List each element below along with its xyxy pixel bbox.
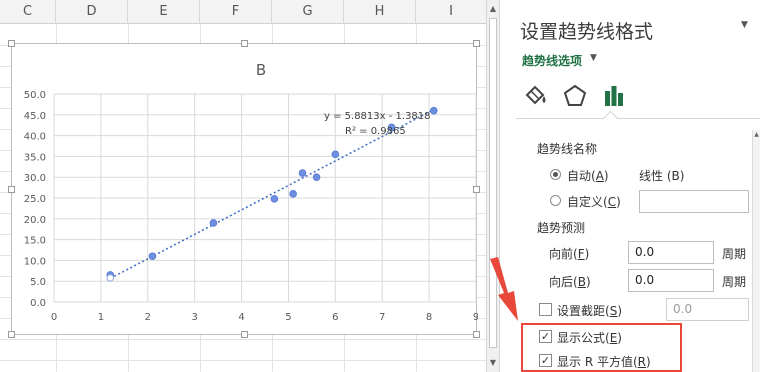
backward-unit-label: 周期 — [722, 275, 747, 289]
scroll-up-arrow-icon[interactable]: ▲ — [487, 2, 499, 16]
custom-name-input[interactable] — [639, 190, 749, 213]
intercept-value-input[interactable]: 0.0 — [666, 298, 749, 321]
grid-line — [0, 339, 486, 340]
column-header-d[interactable]: D — [56, 0, 128, 24]
backward-periods-input[interactable]: 0.0 — [628, 269, 714, 292]
data-point — [430, 106, 438, 115]
data-point — [331, 150, 340, 159]
worksheet-area[interactable]: C D E F G H I B 0.0 5.0 10.0 15.0 20.0 25.0 30.… — [0, 0, 486, 372]
x-tick-label: 9 — [473, 312, 478, 323]
options-bar-chart-icon[interactable] — [601, 82, 627, 110]
effects-pentagon-icon[interactable] — [562, 82, 588, 110]
column-header-h[interactable]: H — [344, 0, 416, 24]
y-tick-label: 10.0 — [24, 256, 46, 267]
y-tick-label: 0.0 — [30, 298, 46, 309]
y-tick-label: 45.0 — [24, 111, 46, 122]
fill-line-icon[interactable] — [522, 82, 548, 110]
annotation-arrow — [490, 257, 518, 321]
auto-radio-label[interactable]: 自动(A) — [567, 167, 609, 184]
y-tick-label: 30.0 — [24, 173, 46, 184]
auto-radio[interactable] — [550, 169, 561, 180]
x-tick-label: 5 — [285, 312, 291, 323]
r-squared-label: R² = 0.9865 — [345, 126, 406, 137]
x-tick-label: 3 — [191, 312, 197, 323]
x-tick-label: 2 — [145, 312, 151, 323]
tab-separator — [516, 118, 760, 119]
y-tick-label: 40.0 — [24, 132, 46, 143]
grid-line — [0, 360, 486, 361]
data-point — [209, 219, 218, 227]
resize-handle-left[interactable] — [8, 186, 15, 193]
scatter-chart[interactable]: B 0.0 5.0 10.0 15.0 20.0 25.0 30.0 35.0 40.0 45.0 5… — [8, 40, 480, 338]
active-tab-pointer — [602, 110, 619, 127]
column-header-f[interactable]: F — [200, 0, 272, 24]
auto-trendline-name: 线性 (B) — [639, 169, 685, 183]
y-tick-label: 50.0 — [24, 90, 46, 101]
trendline-equation-label: y = 5.8813x - 1.3818 — [324, 111, 431, 122]
pane-title: 设置趋势线格式 — [520, 21, 654, 43]
y-tick-label: 20.0 — [24, 215, 46, 226]
chart-canvas[interactable]: B 0.0 5.0 10.0 15.0 20.0 25.0 30.0 35.0 40.0 45.0 5… — [12, 44, 478, 336]
backward-label: 向后(B) — [549, 275, 591, 289]
set-intercept-checkbox[interactable] — [539, 303, 552, 316]
y-tick-label: 5.0 — [30, 277, 46, 288]
x-tick-label: 1 — [98, 312, 104, 323]
pane-scroll-up-icon[interactable]: ▲ — [753, 130, 760, 140]
trendline-options-dropdown[interactable]: 趋势线选项 — [522, 52, 582, 69]
trendline-name-heading: 趋势线名称 — [537, 142, 598, 156]
x-tick-label: 0 — [51, 312, 57, 323]
column-header-row: C D E F G H I — [0, 0, 486, 24]
resize-handle-bottom[interactable] — [241, 331, 248, 338]
resize-handle-bottom-left[interactable] — [8, 331, 15, 338]
forward-label: 向前(F) — [549, 247, 590, 261]
scroll-down-arrow-icon[interactable]: ▼ — [487, 356, 499, 370]
column-header-c[interactable]: C — [0, 0, 56, 24]
annotation-highlight-box — [521, 323, 682, 372]
resize-handle-right[interactable] — [473, 186, 480, 193]
forecast-heading: 趋势预测 — [537, 221, 586, 235]
x-tick-label: 4 — [238, 312, 244, 323]
x-tick-label: 7 — [379, 312, 385, 323]
data-point — [270, 195, 279, 203]
resize-handle-top[interactable] — [241, 40, 248, 47]
forward-periods-input[interactable]: 0.0 — [628, 241, 714, 264]
column-header-g[interactable]: G — [272, 0, 344, 24]
data-point — [289, 190, 297, 198]
x-tick-label: 8 — [426, 312, 432, 323]
data-point — [148, 252, 157, 261]
data-point — [312, 173, 321, 181]
pane-options-dropdown-icon[interactable]: ▼ — [741, 20, 748, 30]
custom-radio[interactable] — [550, 195, 561, 206]
forward-unit-label: 周期 — [722, 247, 747, 261]
y-tick-label: 25.0 — [24, 194, 46, 205]
chevron-down-icon[interactable]: ▼ — [590, 53, 597, 63]
y-tick-label: 35.0 — [24, 152, 46, 163]
data-point — [298, 169, 307, 177]
chart-title: B — [256, 61, 266, 79]
resize-handle-bottom-right[interactable] — [473, 331, 480, 338]
pane-scrollbar[interactable]: ▲ — [752, 130, 760, 372]
x-tick-label: 6 — [332, 312, 338, 323]
set-intercept-label[interactable]: 设置截距(S) — [557, 302, 622, 319]
resize-handle-top-right[interactable] — [473, 40, 480, 47]
resize-handle-top-left[interactable] — [8, 40, 15, 47]
y-tick-label: 15.0 — [24, 236, 46, 247]
column-header-e[interactable]: E — [128, 0, 200, 24]
data-point — [106, 274, 115, 282]
custom-radio-label[interactable]: 自定义(C) — [567, 193, 621, 210]
column-header-i[interactable]: I — [416, 0, 486, 24]
